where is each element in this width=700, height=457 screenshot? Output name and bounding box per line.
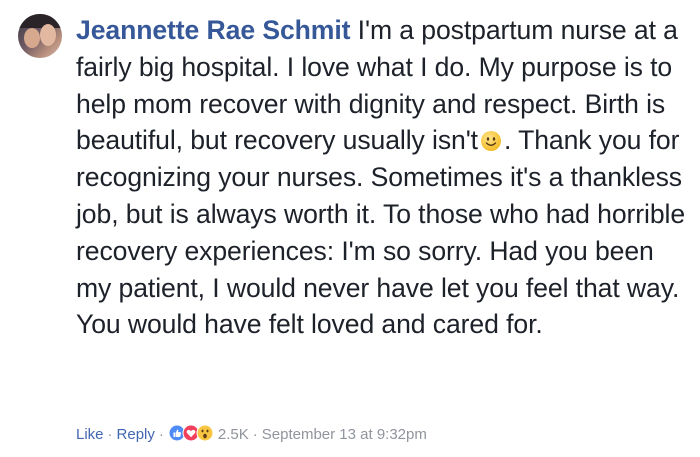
reaction-count[interactable]: 2.5K bbox=[218, 426, 249, 443]
wow-reaction-icon bbox=[196, 424, 214, 442]
timestamp[interactable]: September 13 at 9:32pm bbox=[262, 426, 427, 443]
separator: · bbox=[158, 426, 164, 443]
avatar-hair bbox=[18, 14, 62, 28]
smiley-emoji-icon bbox=[480, 125, 502, 152]
comment: Jeannette Rae Schmit I'm a postpartum nu… bbox=[0, 0, 700, 457]
reactions-summary[interactable] bbox=[168, 424, 216, 442]
comment-body: Jeannette Rae Schmit I'm a postpartum nu… bbox=[76, 12, 686, 343]
separator: · bbox=[252, 426, 258, 443]
separator: · bbox=[107, 426, 113, 443]
avatar[interactable] bbox=[18, 14, 62, 58]
reply-link[interactable]: Reply bbox=[117, 426, 155, 443]
comment-footer: Like · Reply · 2.5K · September 13 at 9:32pm bbox=[76, 424, 427, 445]
avatar-face-right bbox=[40, 24, 56, 46]
like-link[interactable]: Like bbox=[76, 426, 104, 443]
comment-text-part-2: . Thank you for recognizing your nurses.… bbox=[76, 125, 686, 340]
avatar-face-left bbox=[24, 28, 40, 48]
author-name[interactable]: Jeannette Rae Schmit bbox=[76, 15, 350, 45]
